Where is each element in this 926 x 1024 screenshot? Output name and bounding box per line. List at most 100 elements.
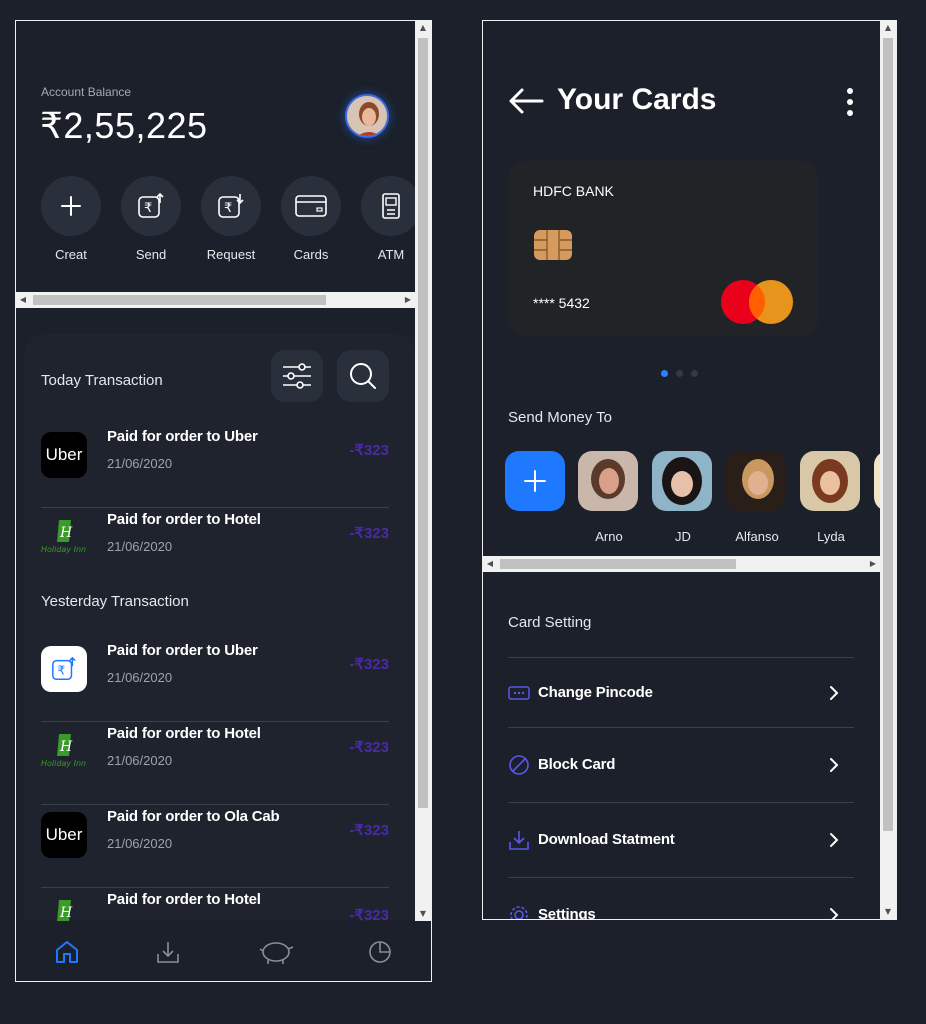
carousel-dots bbox=[661, 362, 706, 381]
transaction-amount: -₹323 bbox=[349, 656, 389, 673]
horizontal-scrollbar[interactable]: ◀ ▶ bbox=[483, 556, 880, 572]
holiday-inn-logo: H bbox=[41, 895, 87, 921]
block-icon bbox=[508, 754, 530, 776]
contact-item[interactable]: JD bbox=[652, 451, 714, 544]
transaction-row[interactable]: Uber Paid for order to Uber 21/06/2020 -… bbox=[41, 425, 389, 508]
contact-item[interactable]: Lyda bbox=[800, 451, 862, 544]
atm-label: ATM bbox=[377, 247, 405, 262]
scroll-up-icon[interactable]: ▲ bbox=[880, 21, 896, 35]
scroll-down-icon[interactable]: ▼ bbox=[415, 907, 431, 921]
transaction-amount: -₹323 bbox=[349, 525, 389, 542]
chevron-right-icon bbox=[830, 686, 839, 700]
send-rupee-icon[interactable]: ₹ bbox=[121, 176, 181, 236]
request-action[interactable]: ₹ Request bbox=[201, 176, 261, 262]
contact-avatar bbox=[800, 451, 860, 511]
transaction-row[interactable]: Uber Paid for order to Ola Cab 21/06/202… bbox=[41, 805, 389, 888]
transaction-amount: -₹323 bbox=[349, 739, 389, 756]
svg-text:₹: ₹ bbox=[144, 201, 152, 216]
card-icon[interactable] bbox=[281, 176, 341, 236]
horizontal-scrollbar[interactable]: ◀ ▶ bbox=[16, 292, 415, 308]
transaction-row[interactable]: H Paid for order to Hotel -₹323 bbox=[41, 888, 389, 921]
transaction-title: Paid for order to Uber bbox=[107, 428, 258, 445]
piggy-bank-icon[interactable] bbox=[257, 937, 297, 967]
bank-card[interactable]: HDFC BANK **** 5432 bbox=[508, 161, 818, 337]
mastercard-logo bbox=[720, 279, 794, 329]
back-arrow-icon[interactable] bbox=[508, 87, 544, 119]
create-label: Creat bbox=[55, 247, 87, 262]
add-contact-button[interactable] bbox=[505, 451, 565, 511]
pie-chart-icon[interactable] bbox=[365, 937, 395, 967]
atm-action[interactable]: ATM bbox=[361, 176, 421, 262]
more-options-icon[interactable] bbox=[845, 87, 855, 121]
avatar[interactable] bbox=[345, 94, 389, 138]
settings-row[interactable]: Settings bbox=[508, 877, 854, 920]
transaction-amount: -₹323 bbox=[349, 907, 389, 921]
change-pincode-row[interactable]: Change Pincode bbox=[508, 657, 854, 727]
contact-item[interactable]: Alfanso bbox=[726, 451, 788, 544]
transaction-row[interactable]: H Holiday Inn Paid for order to Hotel 21/… bbox=[41, 722, 389, 805]
transaction-row[interactable]: H Holiday Inn Paid for order to Hotel 21/… bbox=[41, 508, 389, 591]
scrollbar-thumb[interactable] bbox=[883, 38, 893, 831]
block-card-label: Block Card bbox=[538, 756, 616, 773]
chevron-right-icon bbox=[830, 908, 839, 919]
scrollbar-thumb[interactable] bbox=[33, 295, 326, 305]
vertical-scrollbar[interactable]: ▲ ▼ bbox=[415, 21, 431, 921]
vertical-scrollbar[interactable]: ▲ ▼ bbox=[880, 21, 896, 919]
download-statement-label: Download Statment bbox=[538, 831, 675, 848]
divider bbox=[508, 802, 854, 803]
create-action[interactable]: Creat bbox=[41, 176, 101, 262]
balance-label: Account Balance bbox=[41, 85, 132, 99]
carousel-dot[interactable] bbox=[691, 370, 698, 377]
request-label: Request bbox=[206, 247, 256, 262]
page-title: Your Cards bbox=[557, 83, 717, 116]
settings-label: Settings bbox=[538, 906, 596, 920]
home-icon[interactable] bbox=[52, 937, 82, 967]
divider bbox=[508, 657, 854, 658]
divider bbox=[508, 877, 854, 878]
plus-icon[interactable] bbox=[41, 176, 101, 236]
filter-icon bbox=[283, 363, 311, 389]
transaction-date: 21/06/2020 bbox=[107, 836, 173, 851]
search-button[interactable] bbox=[337, 350, 389, 402]
block-card-row[interactable]: Block Card bbox=[508, 727, 854, 802]
svg-text:H: H bbox=[59, 905, 73, 921]
cards-label: Cards bbox=[293, 247, 329, 262]
wallet-screen: Account Balance ₹2,55,225 Creat ₹ Send ₹ bbox=[15, 20, 432, 982]
carousel-dot[interactable] bbox=[676, 370, 683, 377]
send-action[interactable]: ₹ Send bbox=[121, 176, 181, 262]
pincode-icon bbox=[508, 682, 530, 704]
scrollbar-thumb[interactable] bbox=[418, 38, 428, 808]
atm-icon[interactable] bbox=[361, 176, 421, 236]
send-rupee-logo: ₹ bbox=[41, 646, 87, 692]
contact-item[interactable]: Arno bbox=[578, 451, 640, 544]
carousel-dot[interactable] bbox=[661, 370, 668, 377]
chevron-right-icon bbox=[830, 833, 839, 847]
chip-icon bbox=[533, 229, 573, 265]
uber-logo: Uber bbox=[41, 812, 87, 858]
contact-name: Lyda bbox=[817, 529, 845, 544]
card-number: **** 5432 bbox=[533, 295, 590, 311]
yesterday-transaction-title: Yesterday Transaction bbox=[41, 593, 189, 610]
filter-button[interactable] bbox=[271, 350, 323, 402]
card-bank-name: HDFC BANK bbox=[533, 183, 614, 199]
holiday-inn-logo: H Holiday Inn bbox=[41, 515, 87, 561]
request-rupee-icon[interactable]: ₹ bbox=[201, 176, 261, 236]
transaction-row[interactable]: ₹ Paid for order to Uber 21/06/2020 -₹32… bbox=[41, 639, 389, 722]
contact-avatar bbox=[652, 451, 712, 511]
scroll-left-icon[interactable]: ◀ bbox=[16, 292, 30, 308]
scroll-up-icon[interactable]: ▲ bbox=[415, 21, 431, 35]
scroll-left-icon[interactable]: ◀ bbox=[483, 556, 497, 572]
svg-text:H: H bbox=[59, 739, 73, 755]
holiday-inn-logo: H Holiday Inn bbox=[41, 729, 87, 775]
scroll-down-icon[interactable]: ▼ bbox=[880, 905, 896, 919]
download-icon[interactable] bbox=[153, 937, 183, 967]
transaction-title: Paid for order to Hotel bbox=[107, 891, 261, 908]
transaction-amount: -₹323 bbox=[349, 822, 389, 839]
contact-name: Arno bbox=[595, 529, 623, 544]
cards-action[interactable]: Cards bbox=[281, 176, 341, 262]
scroll-right-icon[interactable]: ▶ bbox=[866, 556, 880, 572]
scrollbar-thumb[interactable] bbox=[500, 559, 736, 569]
download-statement-row[interactable]: Download Statment bbox=[508, 802, 854, 877]
scroll-right-icon[interactable]: ▶ bbox=[401, 292, 415, 308]
send-label: Send bbox=[135, 247, 167, 262]
